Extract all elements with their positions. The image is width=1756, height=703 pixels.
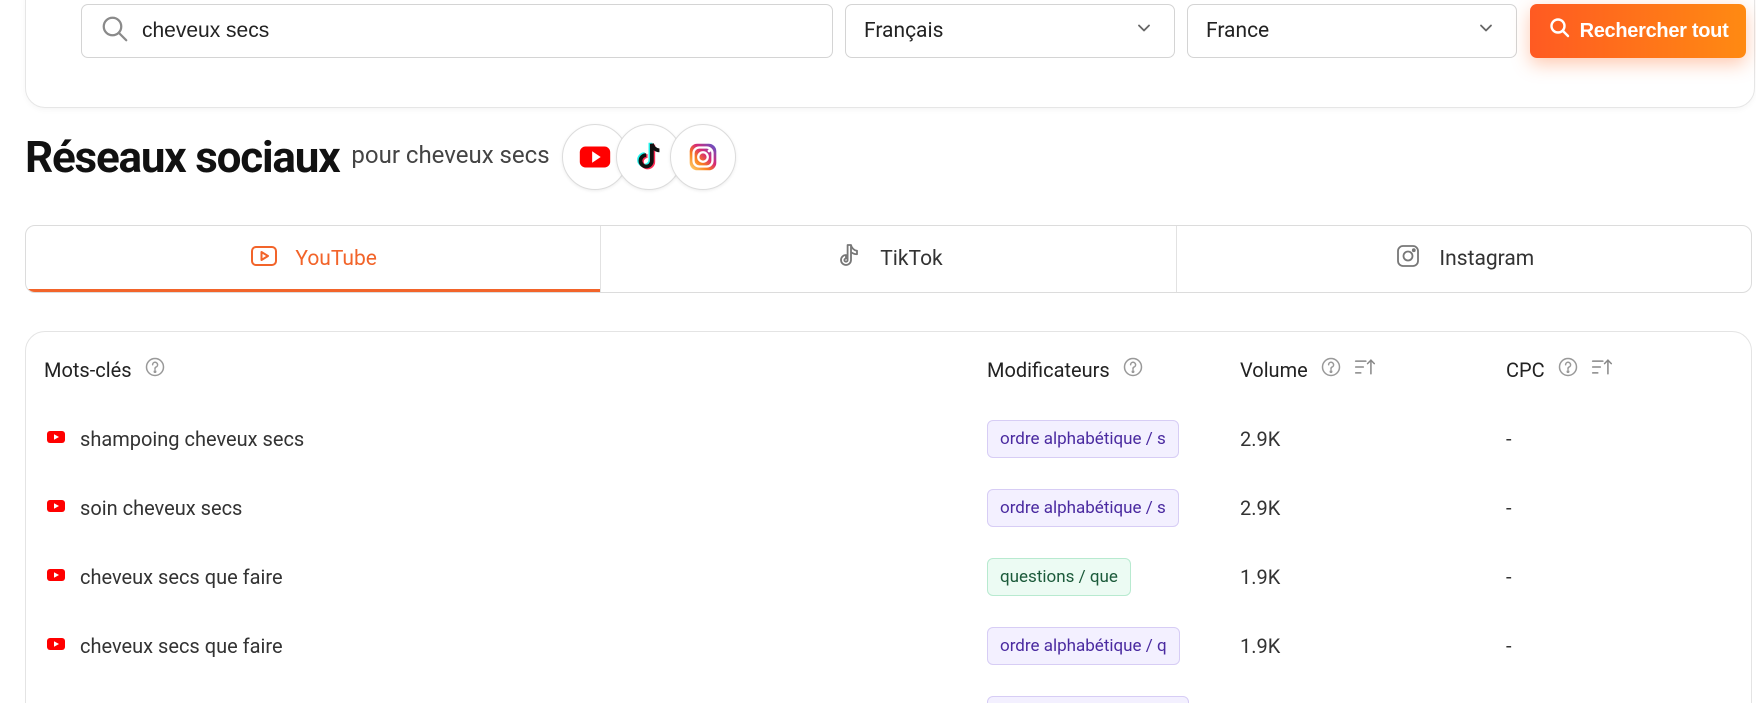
youtube-icon xyxy=(46,565,66,590)
sort-icon[interactable] xyxy=(1591,356,1613,383)
youtube-icon xyxy=(46,427,66,452)
column-header-modifiers-label: Modificateurs xyxy=(987,357,1110,382)
table-row[interactable]: soin cheveux secs ordre alphabétique / s… xyxy=(26,488,1751,528)
column-header-keywords: Mots-clés xyxy=(44,356,166,383)
volume-value: 2.9K xyxy=(1240,427,1281,451)
chevron-down-icon xyxy=(1134,18,1154,44)
keyword-cell: cheveux secs que faire xyxy=(46,557,283,597)
modifier-badge: questions / que xyxy=(987,558,1131,596)
tiktok-outline-icon xyxy=(834,241,864,277)
youtube-icon xyxy=(46,634,66,659)
help-icon[interactable] xyxy=(1122,356,1144,383)
table-row[interactable]: cheveux secs que faire questions / que 1… xyxy=(26,557,1751,597)
tab-tiktok-label: TikTok xyxy=(880,247,943,271)
search-field[interactable] xyxy=(81,4,833,58)
cpc-value: - xyxy=(1506,565,1512,589)
keyword-text[interactable]: soin cheveux secs xyxy=(80,496,242,520)
platform-tabs: YouTube TikTok Instagram xyxy=(25,225,1752,293)
page-title: Réseaux sociaux xyxy=(25,131,341,183)
tab-youtube-label: YouTube xyxy=(295,247,377,271)
tab-tiktok[interactable]: TikTok xyxy=(601,226,1177,292)
country-select[interactable]: France xyxy=(1187,4,1517,58)
language-select[interactable]: Français xyxy=(845,4,1175,58)
keyword-text[interactable]: cheveux secs que faire xyxy=(80,634,283,658)
search-card: Français France Rechercher tout xyxy=(25,0,1755,108)
keyword-text[interactable]: shampoing cheveux secs xyxy=(80,427,304,451)
column-header-modifiers: Modificateurs xyxy=(987,356,1144,383)
table-row[interactable]: cheveux secs que faire ordre alphabétiqu… xyxy=(26,626,1751,666)
modifier-badge: ordre alphabétique / s xyxy=(987,489,1179,527)
help-icon[interactable] xyxy=(1557,356,1579,383)
tab-instagram[interactable]: Instagram xyxy=(1177,226,1751,292)
keyword-cell: cheveux secs que faire xyxy=(46,626,283,666)
tab-youtube[interactable]: YouTube xyxy=(26,226,602,292)
keyword-cell: shampoing cheveux secs xyxy=(46,419,304,459)
country-select-value: France xyxy=(1206,19,1270,43)
volume-value: 2.9K xyxy=(1240,496,1281,520)
volume-value: 1.9K xyxy=(1240,634,1281,658)
table-row[interactable] xyxy=(26,695,1751,703)
column-header-keywords-label: Mots-clés xyxy=(44,357,132,382)
column-header-volume-label: Volume xyxy=(1240,357,1308,382)
modifier-badge: ordre alphabétique / s xyxy=(987,420,1179,458)
volume-value: 1.9K xyxy=(1240,565,1281,589)
help-icon[interactable] xyxy=(144,356,166,383)
column-header-cpc-label: CPC xyxy=(1506,357,1545,382)
cpc-value: - xyxy=(1506,496,1512,520)
cpc-value: - xyxy=(1506,634,1512,658)
keyword-cell: soin cheveux secs xyxy=(46,488,242,528)
modifier-badge xyxy=(987,696,1189,703)
search-input[interactable] xyxy=(142,19,802,43)
search-icon xyxy=(100,14,130,48)
search-all-button[interactable]: Rechercher tout xyxy=(1530,4,1746,58)
instagram-outline-icon xyxy=(1393,241,1423,277)
keyword-text[interactable]: cheveux secs que faire xyxy=(80,565,283,589)
search-icon xyxy=(1548,16,1572,46)
social-icons-group xyxy=(561,124,736,190)
modifier-badge: ordre alphabétique / q xyxy=(987,627,1180,665)
tab-instagram-label: Instagram xyxy=(1439,247,1535,271)
table-row[interactable]: shampoing cheveux secs ordre alphabétiqu… xyxy=(26,419,1751,459)
youtube-outline-icon xyxy=(249,241,279,277)
column-header-cpc: CPC xyxy=(1506,356,1613,383)
help-icon[interactable] xyxy=(1320,356,1342,383)
language-select-value: Français xyxy=(864,19,944,43)
page-subtitle: pour cheveux secs xyxy=(351,141,550,169)
keywords-table: Mots-clés Modificateurs Volume CPC shamp xyxy=(25,331,1752,703)
chevron-down-icon xyxy=(1476,18,1496,44)
youtube-icon xyxy=(46,496,66,521)
cpc-value: - xyxy=(1506,427,1512,451)
search-all-button-label: Rechercher tout xyxy=(1579,19,1729,42)
title-row: Réseaux sociaux pour cheveux secs xyxy=(25,122,736,192)
instagram-icon xyxy=(669,124,736,190)
sort-icon[interactable] xyxy=(1354,356,1376,383)
column-header-volume: Volume xyxy=(1240,356,1376,383)
